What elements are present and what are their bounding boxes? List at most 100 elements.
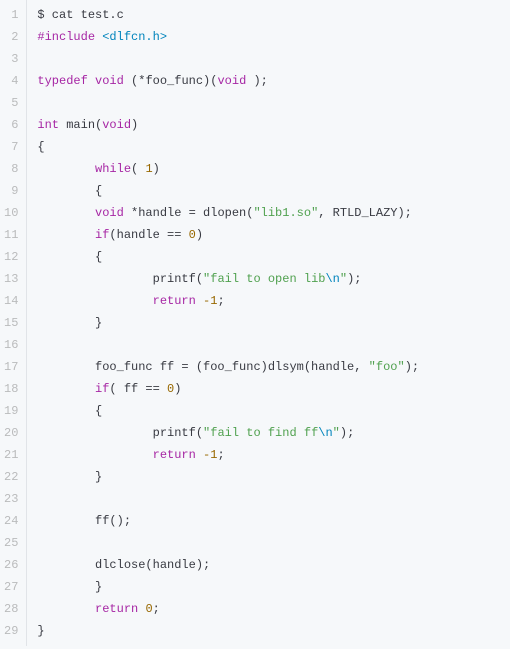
code-line: dlclose(handle); <box>37 554 510 576</box>
code-line: return 0; <box>37 598 510 620</box>
line-number: 6 <box>4 114 18 136</box>
line-number: 25 <box>4 532 18 554</box>
code-token: ) <box>174 382 181 396</box>
code-token: \n <box>318 426 332 440</box>
code-token: ) <box>131 118 138 132</box>
code-token: } <box>37 316 102 330</box>
code-token: "foo" <box>369 360 405 374</box>
code-token <box>37 382 95 396</box>
code-line: { <box>37 400 510 422</box>
line-number-gutter: 1234567891011121314151617181920212223242… <box>0 0 27 646</box>
code-token: return <box>95 602 138 616</box>
code-line <box>37 334 510 356</box>
code-token: 1 <box>145 162 152 176</box>
code-token: void <box>95 74 124 88</box>
code-line: } <box>37 312 510 334</box>
code-token: int <box>37 118 59 132</box>
code-token: ; <box>153 602 160 616</box>
code-token: 0 <box>145 602 152 616</box>
code-line: } <box>37 576 510 598</box>
line-number: 21 <box>4 444 18 466</box>
code-token: while <box>95 162 131 176</box>
code-token <box>37 206 95 220</box>
line-number: 16 <box>4 334 18 356</box>
code-token: *handle = dlopen( <box>124 206 254 220</box>
code-token: void <box>102 118 131 132</box>
code-line: int main(void) <box>37 114 510 136</box>
line-number: 24 <box>4 510 18 532</box>
code-token <box>196 448 203 462</box>
line-number: 3 <box>4 48 18 70</box>
line-number: 19 <box>4 400 18 422</box>
code-line: printf("fail to find ff\n"); <box>37 422 510 444</box>
code-token: $ cat test.c <box>37 8 123 22</box>
code-token <box>37 448 152 462</box>
code-token: ( ff == <box>109 382 167 396</box>
code-token: "fail to find ff <box>203 426 318 440</box>
code-line <box>37 92 510 114</box>
code-token: ; <box>217 294 224 308</box>
code-token: { <box>37 140 44 154</box>
code-token: { <box>37 404 102 418</box>
code-token: if <box>95 382 109 396</box>
line-number: 14 <box>4 290 18 312</box>
code-line: { <box>37 246 510 268</box>
code-line: $ cat test.c <box>37 4 510 26</box>
code-token: " <box>333 426 340 440</box>
code-line: while( 1) <box>37 158 510 180</box>
code-token <box>37 294 152 308</box>
code-token: (handle == <box>109 228 188 242</box>
code-token <box>37 228 95 242</box>
code-line <box>37 488 510 510</box>
code-token: ); <box>246 74 268 88</box>
code-line: return -1; <box>37 444 510 466</box>
code-line: printf("fail to open lib\n"); <box>37 268 510 290</box>
code-token: void <box>217 74 246 88</box>
code-token: ; <box>217 448 224 462</box>
code-line: ff(); <box>37 510 510 532</box>
code-token <box>196 294 203 308</box>
line-number: 1 <box>4 4 18 26</box>
code-token: <dlfcn.h> <box>102 30 167 44</box>
line-number: 27 <box>4 576 18 598</box>
line-number: 11 <box>4 224 18 246</box>
code-token: "lib1.so" <box>253 206 318 220</box>
code-line: return -1; <box>37 290 510 312</box>
code-token: printf( <box>37 272 203 286</box>
code-block: 1234567891011121314151617181920212223242… <box>0 0 510 646</box>
code-token <box>37 602 95 616</box>
code-token: if <box>95 228 109 242</box>
code-token: #include <box>37 30 95 44</box>
line-number: 29 <box>4 620 18 642</box>
code-line <box>37 48 510 70</box>
line-number: 8 <box>4 158 18 180</box>
code-token: } <box>37 580 102 594</box>
code-token: ); <box>340 426 354 440</box>
code-token: -1 <box>203 294 217 308</box>
code-token: ) <box>153 162 160 176</box>
line-number: 5 <box>4 92 18 114</box>
code-token: ff(); <box>37 514 131 528</box>
code-token: , RTLD_LAZY); <box>318 206 412 220</box>
code-token: ( <box>131 162 145 176</box>
line-number: 26 <box>4 554 18 576</box>
line-number: 4 <box>4 70 18 92</box>
code-token: } <box>37 470 102 484</box>
line-number: 28 <box>4 598 18 620</box>
code-token: foo_func ff = (foo_func)dlsym(handle, <box>37 360 368 374</box>
code-token: main <box>66 118 95 132</box>
code-token: ) <box>196 228 203 242</box>
code-token: void <box>95 206 124 220</box>
code-token: return <box>153 448 196 462</box>
code-token: ); <box>405 360 419 374</box>
code-line: } <box>37 466 510 488</box>
code-token: } <box>37 624 44 638</box>
line-number: 10 <box>4 202 18 224</box>
code-token: 0 <box>189 228 196 242</box>
code-token: (*foo_func)( <box>124 74 218 88</box>
code-token: -1 <box>203 448 217 462</box>
line-number: 2 <box>4 26 18 48</box>
code-token: typedef <box>37 74 87 88</box>
code-token <box>37 162 95 176</box>
line-number: 22 <box>4 466 18 488</box>
